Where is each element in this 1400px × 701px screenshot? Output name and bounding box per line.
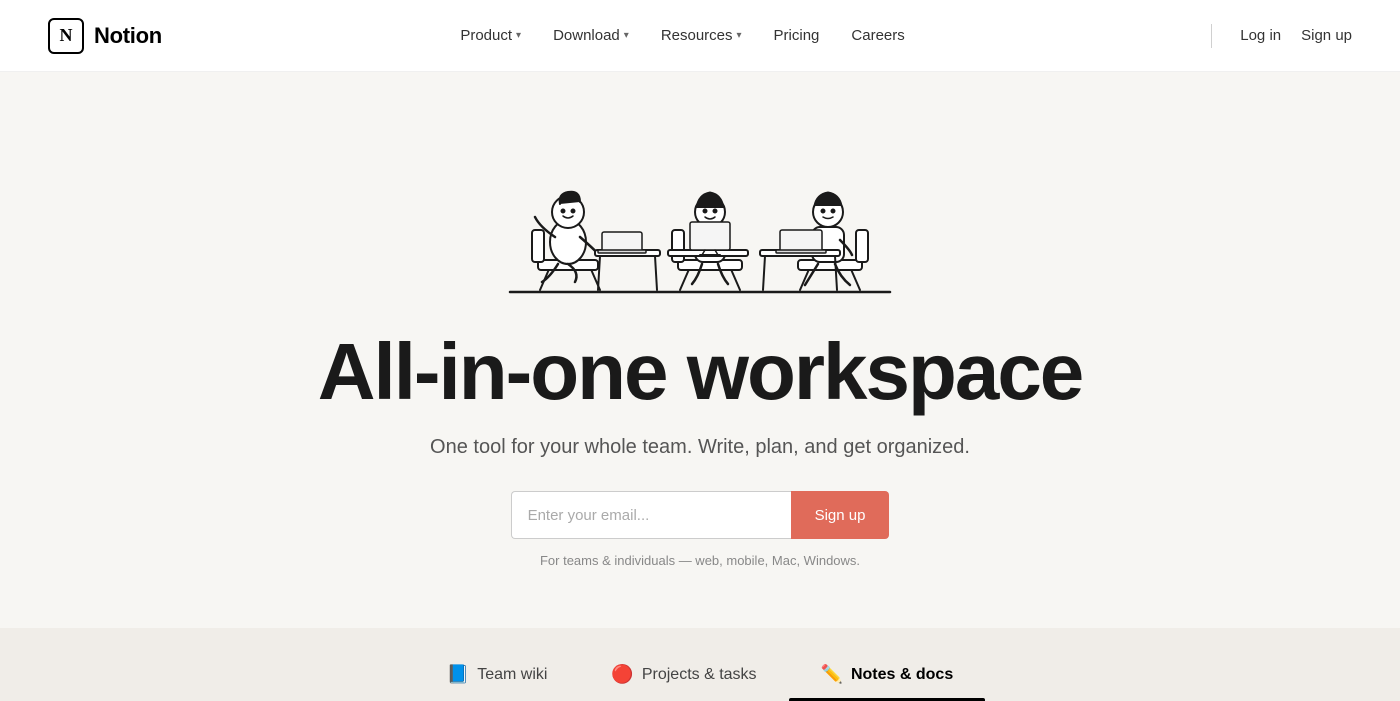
login-link[interactable]: Log in [1240, 27, 1281, 44]
signup-button[interactable]: Sign up [791, 491, 890, 539]
feature-tabs: 📘 Team wiki 🔴 Projects & tasks ✏️ Notes … [0, 628, 1400, 701]
hero-section: All-in-one workspace One tool for your w… [0, 72, 1400, 628]
hero-note: For teams & individuals — web, mobile, M… [540, 553, 860, 568]
nav-pricing[interactable]: Pricing [774, 27, 820, 44]
nav-product[interactable]: Product ▾ [460, 27, 521, 44]
navbar: N Notion Product ▾ Download ▾ Resources … [0, 0, 1400, 72]
nav-pricing-label: Pricing [774, 27, 820, 44]
nav-signup-link[interactable]: Sign up [1301, 27, 1352, 44]
logo-link[interactable]: N Notion [48, 18, 162, 54]
projects-tasks-icon: 🔴 [611, 664, 633, 685]
hero-illustration [450, 112, 950, 312]
tab-notes-docs[interactable]: ✏️ Notes & docs [789, 648, 986, 701]
nav-product-label: Product [460, 27, 512, 44]
nav-resources[interactable]: Resources ▾ [661, 27, 742, 44]
hero-form: Sign up [511, 491, 890, 539]
nav-download-label: Download [553, 27, 620, 44]
nav-careers[interactable]: Careers [851, 27, 904, 44]
nav-careers-label: Careers [851, 27, 904, 44]
email-input[interactable] [511, 491, 791, 539]
nav-download[interactable]: Download ▾ [553, 27, 629, 44]
nav-resources-label: Resources [661, 27, 733, 44]
hero-title: All-in-one workspace [318, 328, 1083, 416]
logo-text: Notion [94, 23, 162, 49]
tab-projects-tasks[interactable]: 🔴 Projects & tasks [579, 648, 788, 701]
nav-right: Log in Sign up [1203, 24, 1352, 48]
logo-icon: N [48, 18, 84, 54]
chevron-down-icon: ▾ [737, 30, 742, 41]
nav-divider [1211, 24, 1212, 48]
hero-subtitle: One tool for your whole team. Write, pla… [430, 436, 970, 459]
tab-team-wiki[interactable]: 📘 Team wiki [415, 648, 580, 701]
notes-docs-icon: ✏️ [821, 664, 843, 685]
nav-center: Product ▾ Download ▾ Resources ▾ Pricing… [460, 27, 904, 44]
chevron-down-icon: ▾ [624, 30, 629, 41]
logo-letter: N [60, 25, 73, 46]
team-wiki-icon: 📘 [447, 664, 469, 685]
chevron-down-icon: ▾ [516, 30, 521, 41]
